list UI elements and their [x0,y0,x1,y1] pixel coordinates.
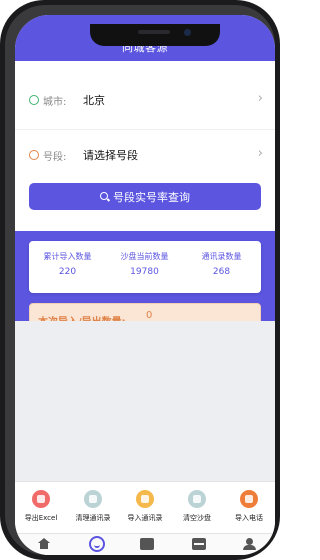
smile-icon[interactable] [89,536,105,552]
clear-icon [84,490,102,508]
trash-icon [188,490,206,508]
stat-value: 19780 [130,267,159,277]
speaker [138,30,170,34]
segment-label: 号段: [43,152,67,163]
query-button-label: 号段实号率查询 [113,190,190,204]
tool-bar: 导出Excel 清理通讯录 导入通讯录 清空沙盘 导入电话 [15,481,275,533]
segment-dot-icon [29,150,39,160]
stat-contacts: 通讯录数量 268 [183,251,260,277]
tool-label: 导出Excel [24,514,58,522]
clear-contacts-button[interactable]: 清理通讯录 [67,490,119,523]
phone-icon [240,490,258,508]
archive-icon[interactable] [192,538,206,550]
tool-label: 清空沙盘 [183,514,211,522]
stat-label: 累计导入数量 [43,252,92,261]
query-button[interactable]: 号段实号率查询 [29,183,261,210]
content-area [15,321,275,481]
home-icon[interactable] [37,538,51,550]
excel-icon [32,490,50,508]
clear-sandbox-button[interactable]: 清空沙盘 [171,490,223,523]
camera [184,29,191,36]
stat-label: 通讯录数量 [201,252,242,261]
city-row[interactable]: 城市: 北京 › [15,75,275,127]
tab-bar [15,533,275,555]
import-phone-button[interactable]: 导入电话 [223,490,275,523]
stats-card: 累计导入数量 220 沙盘当前数量 19780 通讯录数量 268 [29,241,261,293]
tool-label: 导入电话 [235,514,263,522]
screen: 同城客源 城市: 北京 › 号段: 请选择号段 › 号段实号率查询 累计导入数量… [15,15,275,555]
phone-bezel: 同城客源 城市: 北京 › 号段: 请选择号段 › 号段实号率查询 累计导入数量… [5,5,275,555]
chevron-right-icon: › [257,146,263,161]
segment-value: 请选择号段 [83,149,138,162]
phone-frame: 同城客源 城市: 北京 › 号段: 请选择号段 › 号段实号率查询 累计导入数量… [0,0,280,560]
city-value: 北京 [83,94,105,107]
stat-label: 沙盘当前数量 [120,252,169,261]
stat-value: 268 [212,267,231,277]
notch [90,24,220,46]
city-label: 城市: [43,97,67,108]
import-contacts-button[interactable]: 导入通讯录 [119,490,171,523]
export-excel-button[interactable]: 导出Excel [15,490,67,523]
tool-label: 清理通讯录 [75,514,111,522]
user-icon[interactable] [243,538,257,550]
segment-row[interactable]: 号段: 请选择号段 › [15,129,275,181]
city-dot-icon [29,95,39,105]
stat-sandbox: 沙盘当前数量 19780 [106,251,183,277]
chevron-right-icon: › [257,91,263,106]
stat-imported: 累计导入数量 220 [29,251,106,277]
tool-label: 导入通讯录 [127,514,163,522]
stat-value: 220 [58,267,77,277]
search-icon [100,191,110,202]
box-icon[interactable] [140,538,154,550]
import-icon [136,490,154,508]
